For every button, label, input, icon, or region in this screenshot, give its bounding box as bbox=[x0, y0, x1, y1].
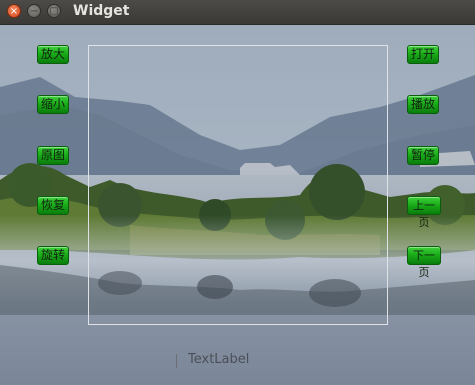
minimize-icon[interactable]: − bbox=[27, 4, 41, 18]
play-button[interactable]: 播放 bbox=[407, 95, 439, 114]
previous-page-button[interactable]: 上一页 bbox=[407, 196, 441, 229]
open-button[interactable]: 打开 bbox=[407, 45, 439, 64]
close-icon[interactable]: × bbox=[7, 4, 21, 18]
rotate-button[interactable]: 旋转 bbox=[37, 246, 69, 265]
pause-button[interactable]: 暂停 bbox=[407, 146, 439, 165]
restore-button[interactable]: 恢复 bbox=[37, 196, 69, 215]
text-cursor bbox=[176, 354, 177, 368]
window-title: Widget bbox=[73, 3, 130, 19]
zoom-in-button[interactable]: 放大 bbox=[37, 45, 69, 64]
original-size-button[interactable]: 原图 bbox=[37, 146, 69, 165]
zoom-out-button[interactable]: 缩小 bbox=[37, 95, 69, 114]
text-label: TextLabel bbox=[188, 352, 250, 367]
image-display-frame bbox=[88, 45, 388, 325]
maximize-icon[interactable]: □ bbox=[47, 4, 61, 18]
title-bar[interactable]: × − □ Widget bbox=[0, 0, 475, 25]
next-page-button[interactable]: 下一页 bbox=[407, 246, 441, 279]
main-window: × − □ Widget 放大 缩小 原图 恢复 旋转 打开 播放 暂停 上一页… bbox=[0, 0, 475, 385]
